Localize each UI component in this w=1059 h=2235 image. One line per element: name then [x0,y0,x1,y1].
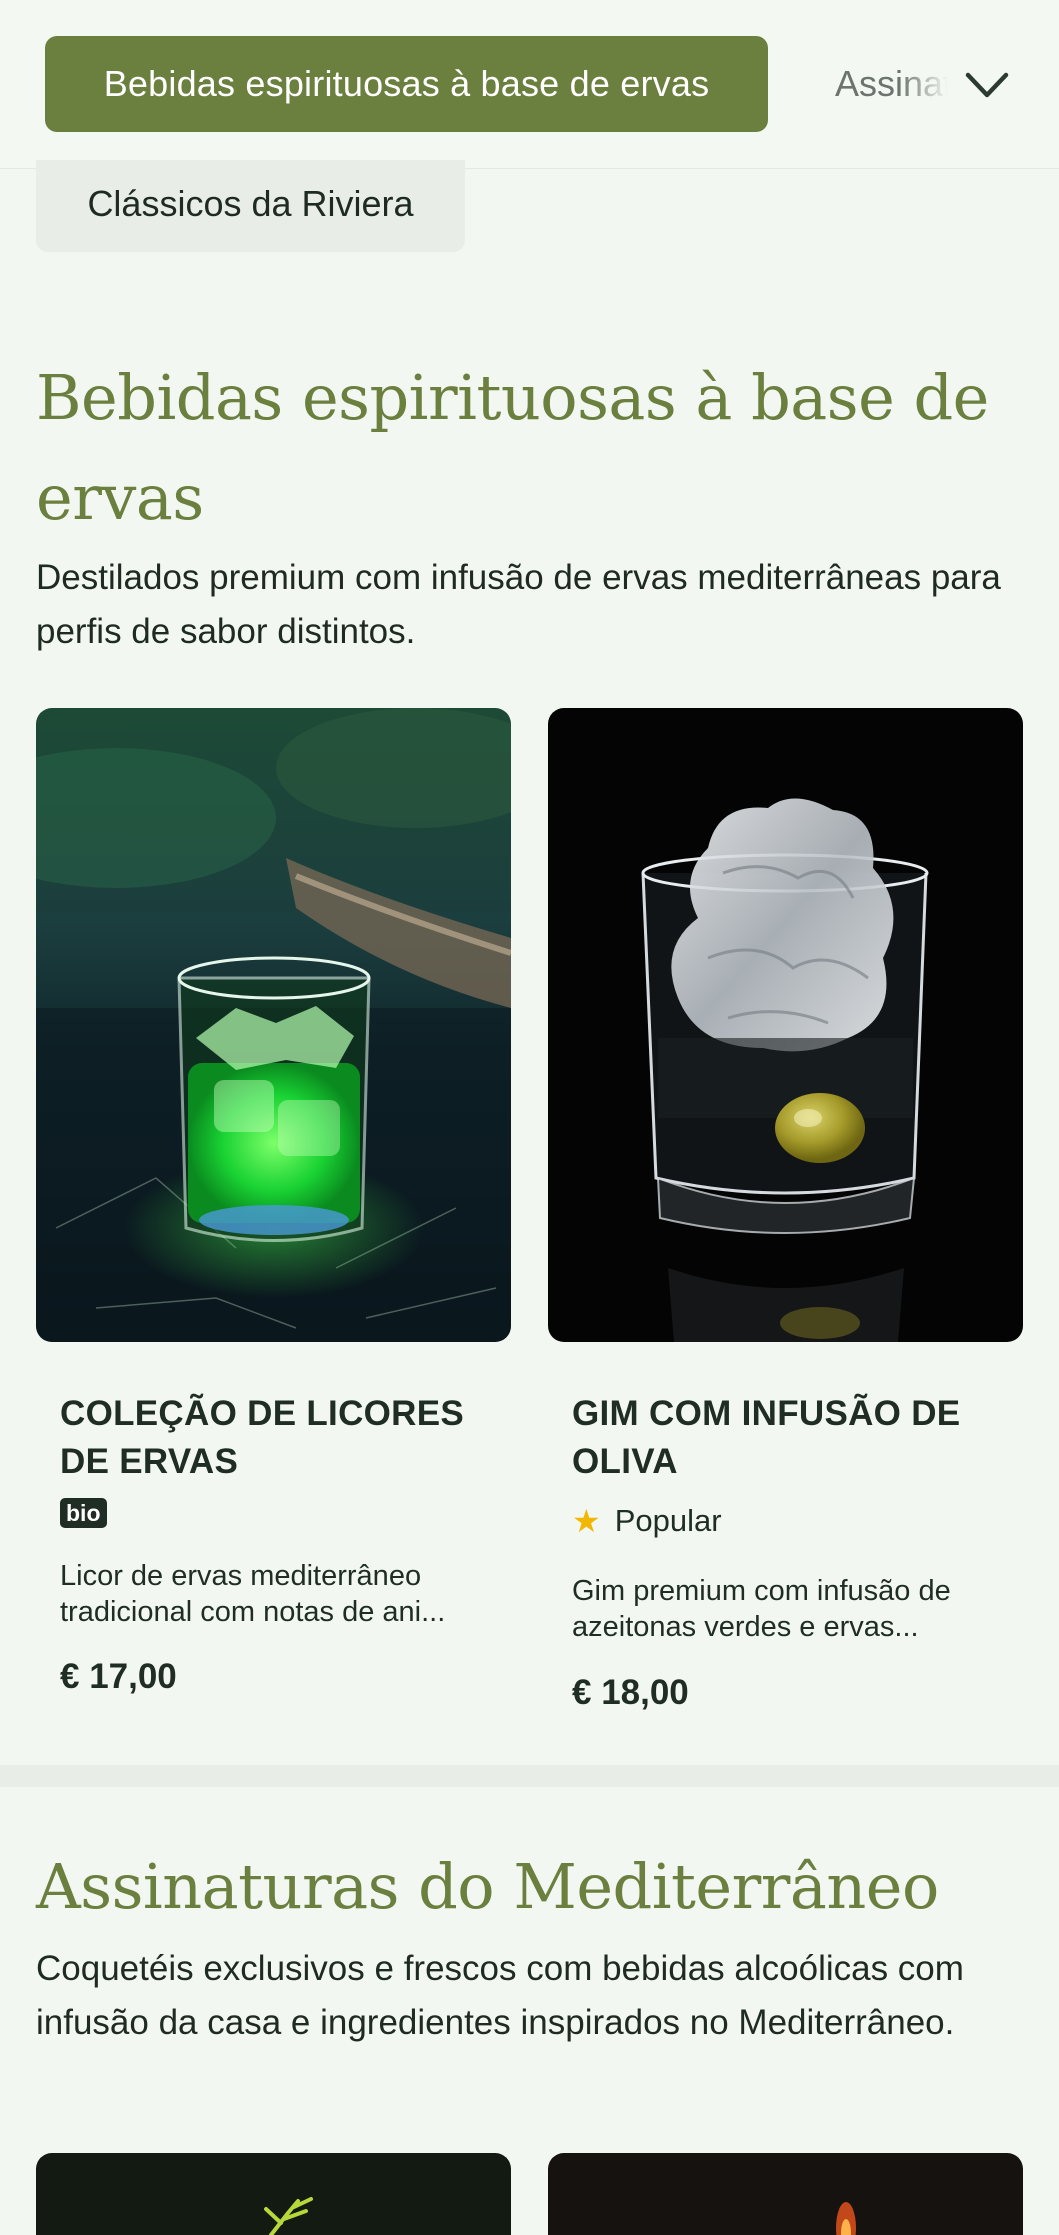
product-price: € 18,00 [572,1673,689,1712]
section-title: Bebidas espirituosas à base de ervas [36,361,989,534]
product-image-olive-gin[interactable] [548,708,1023,1342]
product-price: € 17,00 [60,1657,177,1696]
category-tab-riviera[interactable]: Clássicos da Riviera [36,160,465,252]
product-image-herbal-liqueur[interactable] [36,708,511,1342]
product-title[interactable]: GIM COM INFUSÃO DE OLIVA [572,1390,1002,1486]
product-description: Gim premium com infusão de azeitonas ver… [572,1575,951,1643]
section-description: Destilados premium com infusão de ervas … [36,558,1001,651]
category-tab-active[interactable]: Bebidas espirituosas à base de ervas [45,36,768,132]
product-title[interactable]: COLEÇÃO DE LICORES DE ERVAS [60,1390,490,1486]
star-icon: ★ [572,1503,601,1539]
section-divider [0,1765,1059,1787]
product-image-cocktail[interactable] [36,2153,511,2235]
section-title: Assinaturas do Mediterrâneo [36,1850,939,1923]
product-badge-popular: ★ Popular [572,1501,722,1541]
chevron-down-icon[interactable] [964,62,1010,108]
product-badge-bio: bio [60,1498,107,1528]
section-description: Coquetéis exclusivos e frescos com bebid… [36,1949,964,2042]
product-description: Licor de ervas mediterrâneo tradicional … [60,1560,446,1628]
product-image-cocktail[interactable] [548,2153,1023,2235]
popular-label: Popular [614,1503,722,1538]
